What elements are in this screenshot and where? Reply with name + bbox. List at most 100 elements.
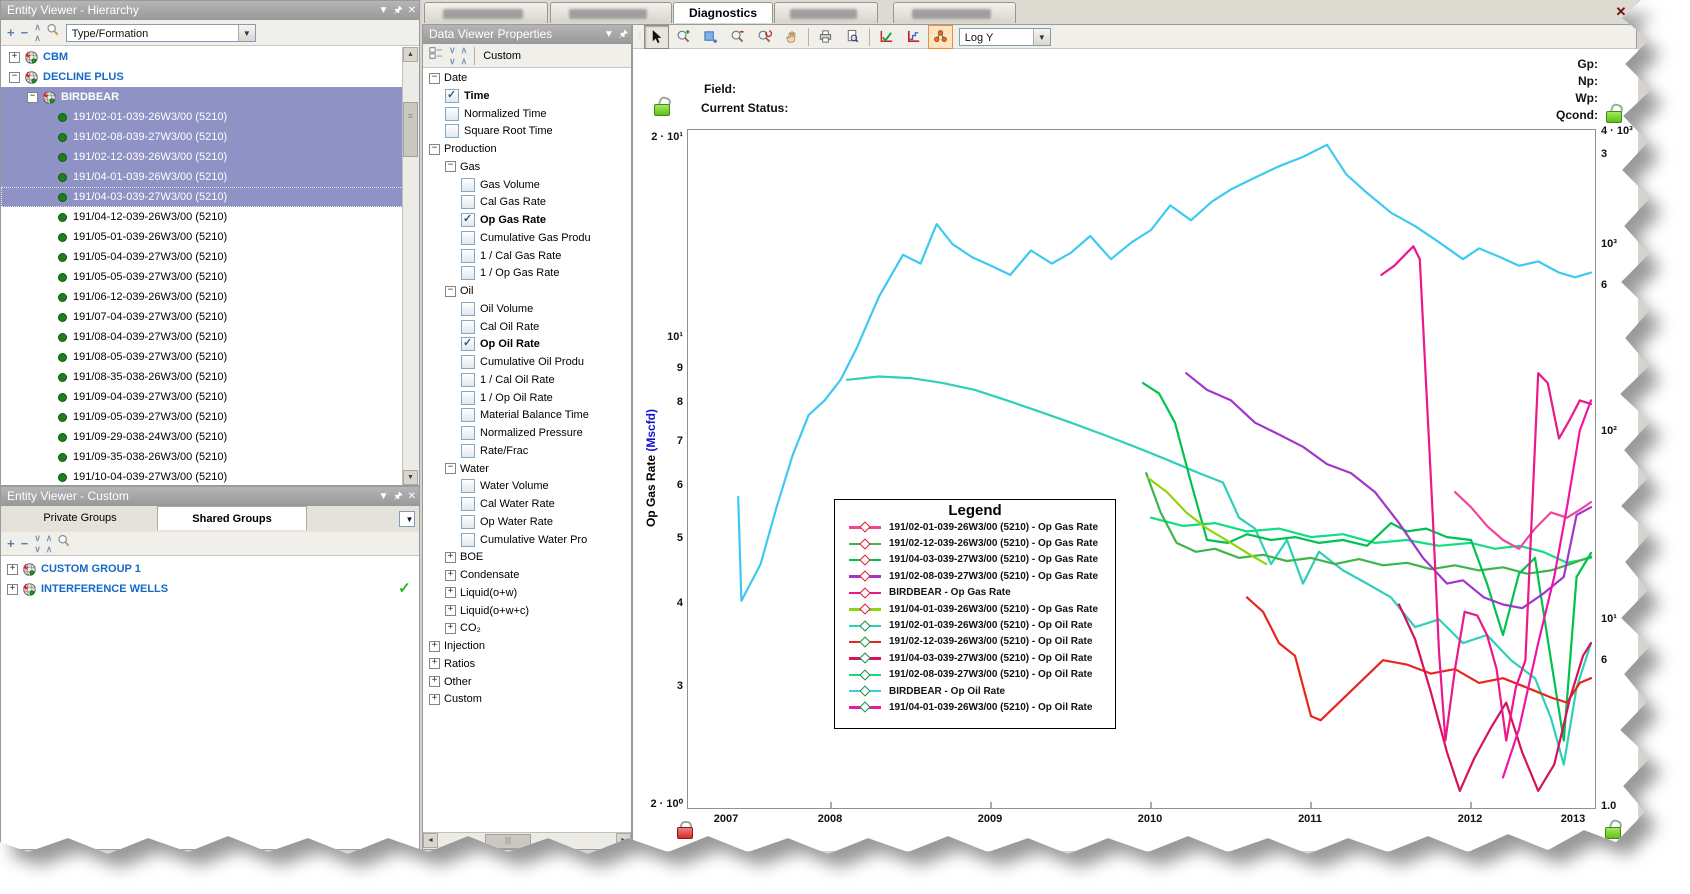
tab-private-groups[interactable]: Private Groups [5,506,155,530]
checkbox[interactable] [461,372,475,387]
print-preview-button[interactable] [840,25,865,49]
scroll-up-icon[interactable]: ▲ [403,47,418,62]
property-checkbox-item[interactable]: Cal Water Rate [423,495,631,513]
hierarchy-scrollbar[interactable]: ▲ ▼ [402,47,419,485]
custom-group-item[interactable]: + CUSTOM GROUP 1 [1,559,419,579]
property-branch[interactable]: + CO₂ [423,619,631,637]
property-checkbox-item[interactable]: Normalized Time [423,105,631,123]
zoom-out-button[interactable] [725,25,750,49]
expand-toggle-icon[interactable]: + [9,51,20,63]
checkbox[interactable] [461,230,475,245]
scrollbar-thumb[interactable]: ||| [485,834,531,849]
chevron-down-icon[interactable]: ▼ [604,25,614,44]
well-item[interactable]: 191/10-04-039-27W3/00 (5210) [1,467,403,485]
property-checkbox-item[interactable]: Cumulative Gas Produ [423,229,631,247]
checkbox[interactable] [461,532,475,547]
zoom-in-button[interactable] [671,25,696,49]
properties-hscrollbar[interactable]: ◄ ||| ► [423,832,631,849]
property-checkbox-item[interactable]: 1 / Cal Gas Rate [423,247,631,265]
tab-shared-groups[interactable]: Shared Groups [157,506,307,530]
axes-plot-button[interactable] [901,25,926,49]
checkbox-checked[interactable] [461,212,475,227]
close-icon[interactable]: ✕ [1612,3,1630,21]
expand-toggle-icon[interactable]: + [445,587,456,599]
tab-diagnostics[interactable]: Diagnostics [673,2,773,23]
checkbox[interactable] [445,124,459,139]
checkbox[interactable] [461,248,475,263]
well-item[interactable]: 191/05-01-039-26W3/00 (5210) [1,227,403,247]
expand-toggle-icon[interactable]: − [445,285,456,297]
tab-redacted[interactable] [424,2,548,23]
expand-toggle-icon[interactable]: + [429,693,440,705]
property-branch[interactable]: − Production [423,140,631,158]
expand-toggle-icon[interactable]: + [445,551,456,563]
checkbox[interactable] [461,177,475,192]
scroll-left-icon[interactable]: ◄ [423,833,438,848]
expand-toggle-icon[interactable]: + [429,676,440,687]
well-item[interactable]: 191/08-05-039-27W3/00 (5210) [1,347,403,367]
pin-icon[interactable]: 🖈 [619,25,628,44]
pan-hand-button[interactable] [779,25,804,49]
checkbox[interactable] [445,106,459,121]
well-item[interactable]: 191/09-05-039-27W3/00 (5210) [1,407,403,427]
tree-item[interactable]: − DECLINE PLUS [1,67,403,87]
property-checkbox-item[interactable]: Op Gas Rate [423,211,631,229]
collapse-all-icon[interactable]: ∧ ∧ [461,45,468,67]
scrollbar-thumb[interactable] [403,102,418,157]
checkbox-checked[interactable] [445,88,459,103]
expand-toggle-icon[interactable]: − [429,72,440,84]
property-checkbox-item[interactable]: Water Volume [423,477,631,495]
well-item[interactable]: 191/02-12-039-26W3/00 (5210) [1,147,403,167]
property-checkbox-item[interactable]: Cumulative Oil Produ [423,353,631,371]
scroll-down-icon[interactable]: ▼ [403,470,418,485]
add-button[interactable]: + [7,25,15,40]
property-branch[interactable]: − Oil [423,282,631,300]
series-line[interactable] [1245,596,1593,722]
property-checkbox-item[interactable]: Gas Volume [423,176,631,194]
chevron-down-icon[interactable]: ▼ [378,487,388,506]
legend-item[interactable]: 191/04-03-039-27W3/00 (5210) - Op Oil Ra… [835,650,1115,666]
property-checkbox-item[interactable]: Material Balance Time [423,406,631,424]
chevron-down-icon[interactable]: ▼ [378,1,388,20]
legend-item[interactable]: BIRDBEAR - Op Oil Rate [835,683,1115,699]
tab-redacted[interactable] [550,2,672,23]
checkbox-checked[interactable] [461,336,475,352]
well-item[interactable]: 191/08-04-039-27W3/00 (5210) [1,327,403,347]
well-item[interactable]: 191/05-05-039-27W3/00 (5210) [1,267,403,287]
legend-item[interactable]: 191/02-12-039-26W3/00 (5210) - Op Gas Ra… [835,535,1115,551]
collapse-all-icon[interactable]: ∧ ∧ [46,533,53,555]
remove-button[interactable]: − [21,25,29,40]
well-item[interactable]: 191/09-35-038-26W3/00 (5210) [1,447,403,467]
property-checkbox-item[interactable]: Op Oil Rate [423,335,631,353]
tab-redacted[interactable] [893,2,1016,23]
legend-item[interactable]: 191/02-12-039-26W3/00 (5210) - Op Oil Ra… [835,634,1115,650]
property-checkbox-item[interactable]: Square Root Time [423,122,631,140]
unlocked-icon[interactable] [1605,818,1624,839]
tree-item[interactable]: − BIRDBEAR [1,87,403,107]
property-branch[interactable]: + Liquid(o+w+c) [423,602,631,620]
property-checkbox-item[interactable]: 1 / Cal Oil Rate [423,371,631,389]
add-button[interactable]: + [7,536,15,551]
well-item[interactable]: 191/07-04-039-27W3/00 (5210) [1,307,403,327]
expand-all-icon[interactable]: ∨ ∨ [449,45,456,67]
hierarchy-title-bar[interactable]: Entity Viewer - Hierarchy ▼ 🖈 ✕ [1,1,419,20]
expand-toggle-icon[interactable]: + [445,569,456,581]
well-item[interactable]: 191/06-12-039-26W3/00 (5210) [1,287,403,307]
expand-toggle-icon[interactable]: − [445,161,456,173]
expand-toggle-icon[interactable]: + [445,605,456,616]
checkbox[interactable] [461,514,475,529]
legend-item[interactable]: 191/02-01-039-26W3/00 (5210) - Op Gas Ra… [835,519,1115,535]
legend-item[interactable]: 191/02-08-039-27W3/00 (5210) - Op Oil Ra… [835,667,1115,683]
series-line[interactable] [1501,399,1593,779]
checkbox[interactable] [461,443,475,458]
checkbox[interactable] [461,319,475,334]
well-item[interactable]: 191/04-01-039-26W3/00 (5210) [1,167,403,187]
well-item[interactable]: 191/02-01-039-26W3/00 (5210) [1,107,403,127]
legend-item[interactable]: 191/04-03-039-27W3/00 (5210) - Op Gas Ra… [835,552,1115,568]
checkbox[interactable] [461,390,475,405]
well-item[interactable]: 191/08-35-038-26W3/00 (5210) [1,367,403,387]
search-icon[interactable] [46,23,60,42]
locked-icon[interactable] [677,821,693,839]
expand-toggle-icon[interactable]: − [445,463,456,474]
print-button[interactable] [813,25,838,49]
